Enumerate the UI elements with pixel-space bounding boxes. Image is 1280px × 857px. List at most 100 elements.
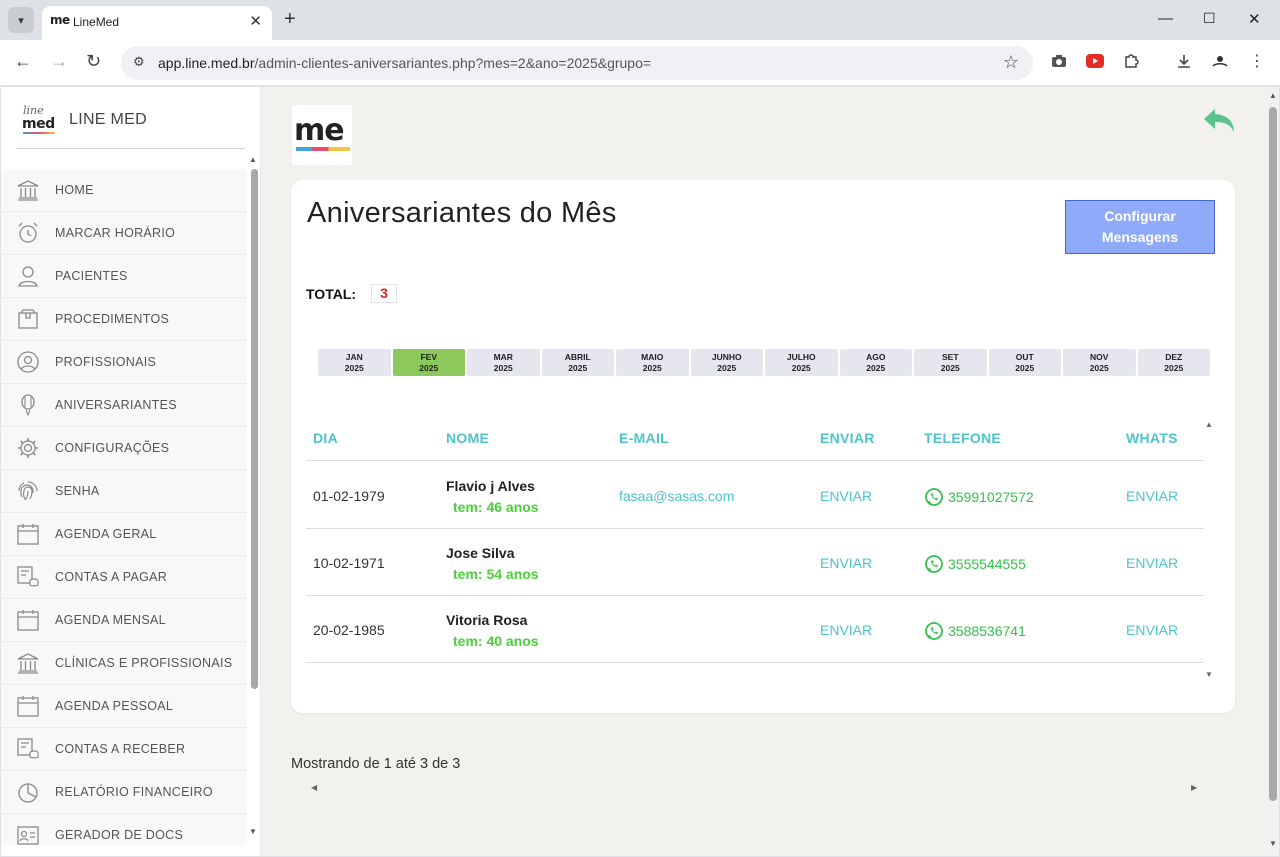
row-send-email-link[interactable]: ENVIAR xyxy=(820,622,872,638)
table-vertical-scrollbar[interactable]: ▲ ▼ xyxy=(1205,420,1215,680)
whatsapp-icon xyxy=(925,555,943,573)
configure-messages-button[interactable]: Configurar Mensagens xyxy=(1065,200,1215,254)
sidebar-item-relatorio-financeiro[interactable]: RELATÓRIO FINANCEIRO xyxy=(1,771,247,814)
forward-icon[interactable]: → xyxy=(50,51,68,72)
row-date: 20-02-1985 xyxy=(313,622,385,638)
bookmark-star-icon[interactable]: ☆ xyxy=(1003,52,1019,73)
page-scrollbar[interactable]: ▲ ▼ xyxy=(1266,87,1279,856)
row-date: 10-02-1971 xyxy=(313,555,385,571)
table-row: 10-02-1971 Jose Silva tem: 54 anos ENVIA… xyxy=(306,529,1204,596)
header-email[interactable]: E-MAIL xyxy=(619,430,669,446)
table-horizontal-scrollbar[interactable]: ◀ ▶ xyxy=(311,783,1201,795)
month-maio[interactable]: MAIO 2025 xyxy=(616,349,689,376)
sidebar-item-procedimentos[interactable]: PROCEDIMENTOS xyxy=(1,298,247,341)
sidebar-menu: HOME MARCAR HORÁRIO PACIENTES PROCEDIMEN… xyxy=(1,169,247,845)
month-julho[interactable]: JULHO 2025 xyxy=(765,349,838,376)
sidebar-item-senha[interactable]: SENHA xyxy=(1,470,247,513)
camera-icon[interactable] xyxy=(1050,52,1068,70)
site-info-icon[interactable]: ⚙ xyxy=(133,54,145,70)
back-icon[interactable]: ← xyxy=(14,51,32,72)
header-nome[interactable]: NOME xyxy=(446,430,489,446)
page-scrollbar-thumb[interactable] xyxy=(1269,107,1277,801)
header-enviar[interactable]: ENVIAR xyxy=(820,430,875,446)
brand-divider xyxy=(17,148,245,149)
month-out[interactable]: OUT 2025 xyxy=(988,349,1061,376)
sidebar-item-gerador-de-docs[interactable]: GERADOR DE DOCS xyxy=(1,814,247,845)
tab-close-icon[interactable]: ✕ xyxy=(249,12,262,30)
sidebar-item-profissionais[interactable]: PROFISSIONAIS xyxy=(1,341,247,384)
fingerprint-icon xyxy=(1,479,55,503)
row-email-link[interactable]: fasaa@sasas.com xyxy=(619,488,734,504)
sidebar-item-clinicas-e-profissionais[interactable]: CLÍNICAS E PROFISSIONAIS xyxy=(1,642,247,685)
sidebar-item-home[interactable]: HOME xyxy=(1,169,247,212)
url-text[interactable]: app.line.med.br/admin-clientes-aniversar… xyxy=(158,55,651,71)
sidebar-item-aniversariantes[interactable]: ANIVERSARIANTES xyxy=(1,384,247,427)
sidebar-item-configuracoes[interactable]: CONFIGURAÇÕES xyxy=(1,427,247,470)
pie-chart-icon xyxy=(1,780,55,804)
box-icon xyxy=(1,307,55,331)
header-whats[interactable]: WHATS xyxy=(1126,430,1178,446)
row-name: Vitoria Rosa xyxy=(446,612,528,628)
extensions-puzzle-icon[interactable] xyxy=(1122,52,1140,70)
maximize-icon[interactable]: ☐ xyxy=(1203,10,1216,27)
tab-search-button[interactable]: ▾ xyxy=(8,7,34,33)
user-icon xyxy=(1,264,55,288)
sidebar-scrollbar[interactable]: ▲ ▼ xyxy=(249,155,259,845)
alarm-clock-icon xyxy=(1,221,55,245)
month-dez[interactable]: DEZ 2025 xyxy=(1137,349,1210,376)
coins-icon xyxy=(1,565,55,589)
month-abril[interactable]: ABRIL 2025 xyxy=(541,349,614,376)
month-nov[interactable]: NOV 2025 xyxy=(1063,349,1136,376)
minimize-icon[interactable]: — xyxy=(1158,10,1173,27)
row-send-whats-link[interactable]: ENVIAR xyxy=(1126,488,1178,504)
profile-avatar-icon[interactable] xyxy=(1211,52,1229,70)
row-send-email-link[interactable]: ENVIAR xyxy=(820,555,872,571)
row-send-whats-link[interactable]: ENVIAR xyxy=(1126,622,1178,638)
browser-menu-icon[interactable]: ⋮ xyxy=(1248,52,1266,70)
sidebar-scrollbar-thumb[interactable] xyxy=(251,169,258,689)
back-arrow-icon[interactable] xyxy=(1201,105,1239,144)
sidebar-item-agenda-mensal[interactable]: AGENDA MENSAL xyxy=(1,599,247,642)
whatsapp-icon xyxy=(925,622,943,640)
row-phone-link[interactable]: 3555544555 xyxy=(924,554,1026,574)
user-circle-icon xyxy=(1,350,55,374)
sidebar-item-agenda-pessoal[interactable]: AGENDA PESSOAL xyxy=(1,685,247,728)
sidebar-item-contas-a-receber[interactable]: CONTAS A RECEBER xyxy=(1,728,247,771)
address-bar[interactable]: ⚙ app.line.med.br/admin-clientes-anivers… xyxy=(121,46,1033,80)
row-phone-link[interactable]: 35991027572 xyxy=(924,487,1034,507)
row-send-whats-link[interactable]: ENVIAR xyxy=(1126,555,1178,571)
pagination-info: Mostrando de 1 até 3 de 3 xyxy=(291,756,461,772)
new-tab-button[interactable]: + xyxy=(284,8,296,31)
bank-icon xyxy=(1,652,55,674)
download-icon[interactable] xyxy=(1175,52,1193,70)
reload-icon[interactable]: ↻ xyxy=(86,51,101,72)
browser-tab[interactable]: me LineMed ✕ xyxy=(42,6,272,40)
month-mar[interactable]: MAR 2025 xyxy=(467,349,540,376)
month-junho[interactable]: JUNHO 2025 xyxy=(690,349,763,376)
window-close-icon[interactable]: ✕ xyxy=(1248,10,1261,28)
month-jan[interactable]: JAN 2025 xyxy=(318,349,391,376)
month-fev[interactable]: FEV 2025 xyxy=(392,349,465,376)
birthdays-card: Aniversariantes do Mês Configurar Mensag… xyxy=(291,180,1235,792)
brand-logo: line med xyxy=(22,104,55,134)
youtube-extension-icon[interactable] xyxy=(1086,52,1104,70)
sidebar-item-pacientes[interactable]: PACIENTES xyxy=(1,255,247,298)
row-name: Jose Silva xyxy=(446,545,515,561)
tab-title: LineMed xyxy=(73,15,120,29)
birthdays-table: DIA NOME E-MAIL ENVIAR TELEFONE WHATS 01… xyxy=(306,415,1204,683)
row-phone-link[interactable]: 3588536741 xyxy=(924,621,1026,641)
sidebar: line med LINE MED HOME MARCAR HORÁRIO PA… xyxy=(1,87,261,856)
header-dia[interactable]: DIA xyxy=(313,430,338,446)
total-label: TOTAL: xyxy=(306,286,357,302)
table-row: 01-02-1979 Flavio j Alves tem: 46 anos f… xyxy=(306,462,1204,529)
browser-toolbar: ← → ↻ ⚙ app.line.med.br/admin-clientes-a… xyxy=(0,40,1280,86)
month-set[interactable]: SET 2025 xyxy=(914,349,987,376)
row-send-email-link[interactable]: ENVIAR xyxy=(820,488,872,504)
header-telefone[interactable]: TELEFONE xyxy=(924,430,1001,446)
brand[interactable]: line med LINE MED xyxy=(21,104,147,135)
coins-icon xyxy=(1,737,55,761)
month-ago[interactable]: AGO 2025 xyxy=(839,349,912,376)
sidebar-item-contas-a-pagar[interactable]: CONTAS A PAGAR xyxy=(1,556,247,599)
sidebar-item-agenda-geral[interactable]: AGENDA GERAL xyxy=(1,513,247,556)
sidebar-item-marcar-horario[interactable]: MARCAR HORÁRIO xyxy=(1,212,247,255)
